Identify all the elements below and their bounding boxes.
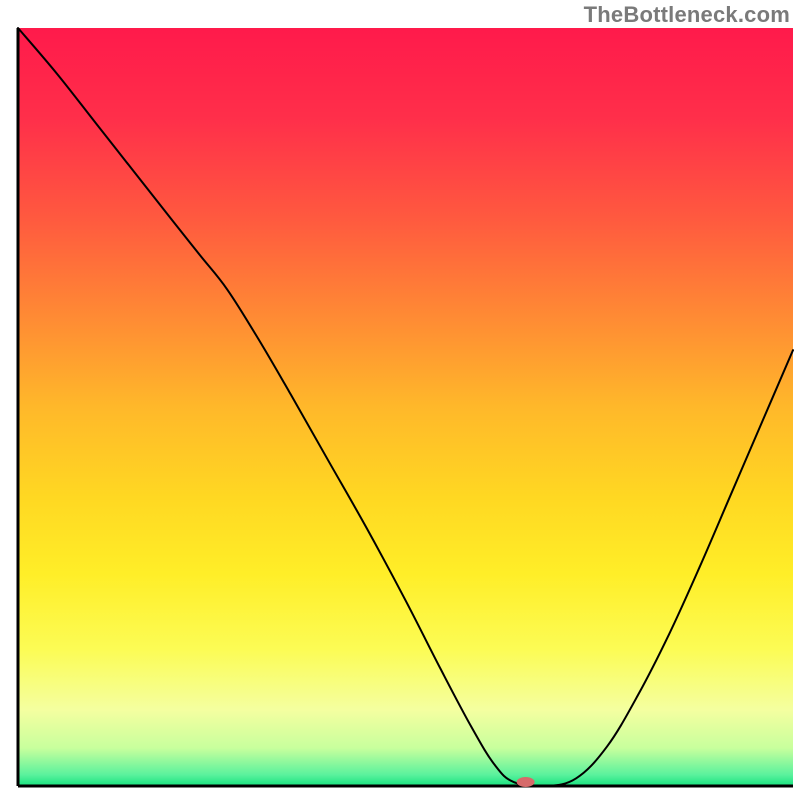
- plot-background: [18, 28, 793, 786]
- optimal-marker: [517, 777, 535, 787]
- bottleneck-chart: [0, 0, 800, 800]
- chart-container: { "watermark": { "text": "TheBottleneck.…: [0, 0, 800, 800]
- watermark-text: TheBottleneck.com: [584, 2, 790, 28]
